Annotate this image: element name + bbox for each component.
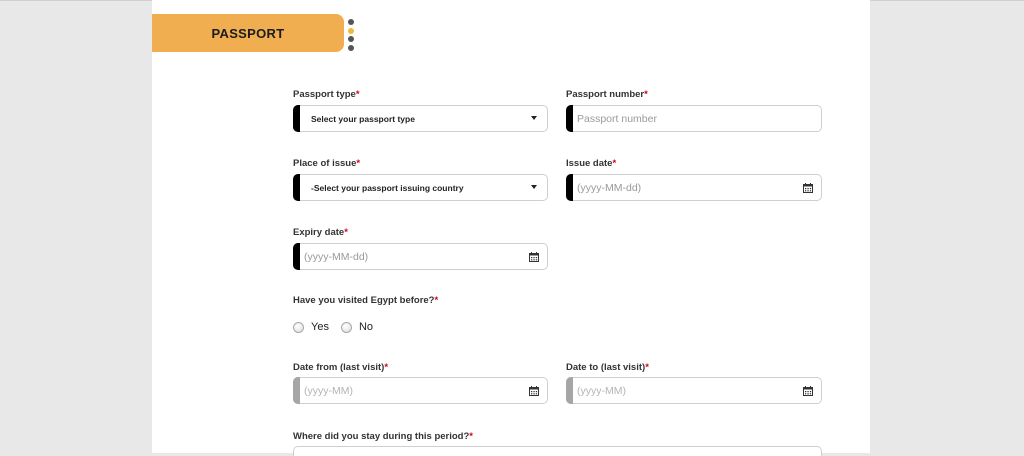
label-text: Passport number (566, 89, 645, 100)
required-marker: * (644, 89, 648, 100)
passport-type-label: Passport type* (293, 89, 360, 100)
step-dot (348, 44, 354, 51)
calendar-icon[interactable] (529, 386, 539, 396)
calendar-icon[interactable] (803, 183, 813, 193)
field-accent-bar (566, 105, 573, 132)
calendar-icon[interactable] (803, 386, 813, 396)
passport-number-placeholder: Passport number (577, 112, 657, 125)
label-text: Issue date (566, 158, 613, 169)
step-dot (348, 36, 354, 42)
label-text: Place of issue (293, 158, 357, 169)
stay-input[interactable] (293, 446, 822, 456)
date-from-label: Date from (last visit)* (293, 362, 388, 373)
radio-no-label[interactable]: No (359, 321, 373, 333)
place-of-issue-select[interactable]: -Select your passport issuing country (293, 174, 548, 201)
calendar-icon[interactable] (529, 252, 539, 262)
expiry-date-label: Expiry date* (293, 227, 348, 238)
required-marker: * (355, 89, 360, 100)
passport-type-select[interactable]: Select your passport type (293, 105, 548, 132)
date-to-input[interactable]: (yyyy-MM) (566, 377, 822, 404)
label-text: Have you visited Egypt before? (293, 295, 435, 306)
field-accent-bar (566, 377, 573, 404)
visited-egypt-label: Have you visited Egypt before?* (293, 295, 438, 306)
expiry-date-input[interactable]: (yyyy-MM-dd) (293, 243, 548, 270)
label-text: Date to (last visit) (566, 362, 646, 373)
chevron-down-icon (531, 185, 537, 189)
section-title: PASSPORT (211, 25, 285, 41)
step-dot (348, 19, 354, 25)
radio-no[interactable] (340, 321, 352, 333)
label-text: Date from (last visit) (293, 362, 385, 373)
chevron-down-icon (531, 116, 537, 120)
step-indicator (348, 19, 354, 53)
required-marker: * (645, 362, 649, 373)
step-dot-active (348, 27, 354, 34)
place-of-issue-value: -Select your passport issuing country (311, 182, 464, 193)
label-text: Where did you stay during this period? (293, 431, 470, 442)
passport-number-input[interactable]: Passport number (566, 105, 822, 132)
field-accent-bar (566, 174, 573, 201)
issue-date-placeholder: (yyyy-MM-dd) (577, 181, 642, 194)
form-panel: PASSPORT Passport type* Select your pass… (152, 0, 870, 456)
visited-egypt-radio-group: Yes No (293, 321, 385, 333)
required-marker: * (434, 295, 439, 306)
date-from-input[interactable]: (yyyy-MM) (293, 377, 548, 404)
date-from-placeholder: (yyyy-MM) (304, 384, 353, 397)
required-marker: * (384, 362, 389, 373)
field-accent-bar (293, 377, 300, 404)
issue-date-input[interactable]: (yyyy-MM-dd) (566, 174, 822, 201)
stay-label: Where did you stay during this period?* (293, 431, 473, 442)
label-text: Passport type (293, 89, 356, 100)
section-tab-passport: PASSPORT (152, 14, 344, 52)
required-marker: * (469, 431, 473, 442)
radio-yes-label[interactable]: Yes (311, 321, 329, 333)
required-marker: * (356, 158, 361, 169)
date-to-placeholder: (yyyy-MM) (577, 384, 626, 397)
passport-type-value: Select your passport type (311, 113, 415, 124)
radio-yes[interactable] (293, 321, 304, 333)
field-accent-bar (293, 105, 300, 132)
expiry-date-placeholder: (yyyy-MM-dd) (304, 250, 369, 263)
required-marker: * (344, 227, 348, 238)
field-accent-bar (293, 174, 300, 201)
place-of-issue-label: Place of issue* (293, 158, 360, 169)
date-to-label: Date to (last visit)* (566, 362, 649, 373)
field-accent-bar (293, 243, 300, 270)
label-text: Expiry date (293, 227, 345, 238)
issue-date-label: Issue date* (566, 158, 616, 169)
required-marker: * (612, 158, 617, 169)
passport-number-label: Passport number* (566, 89, 648, 100)
